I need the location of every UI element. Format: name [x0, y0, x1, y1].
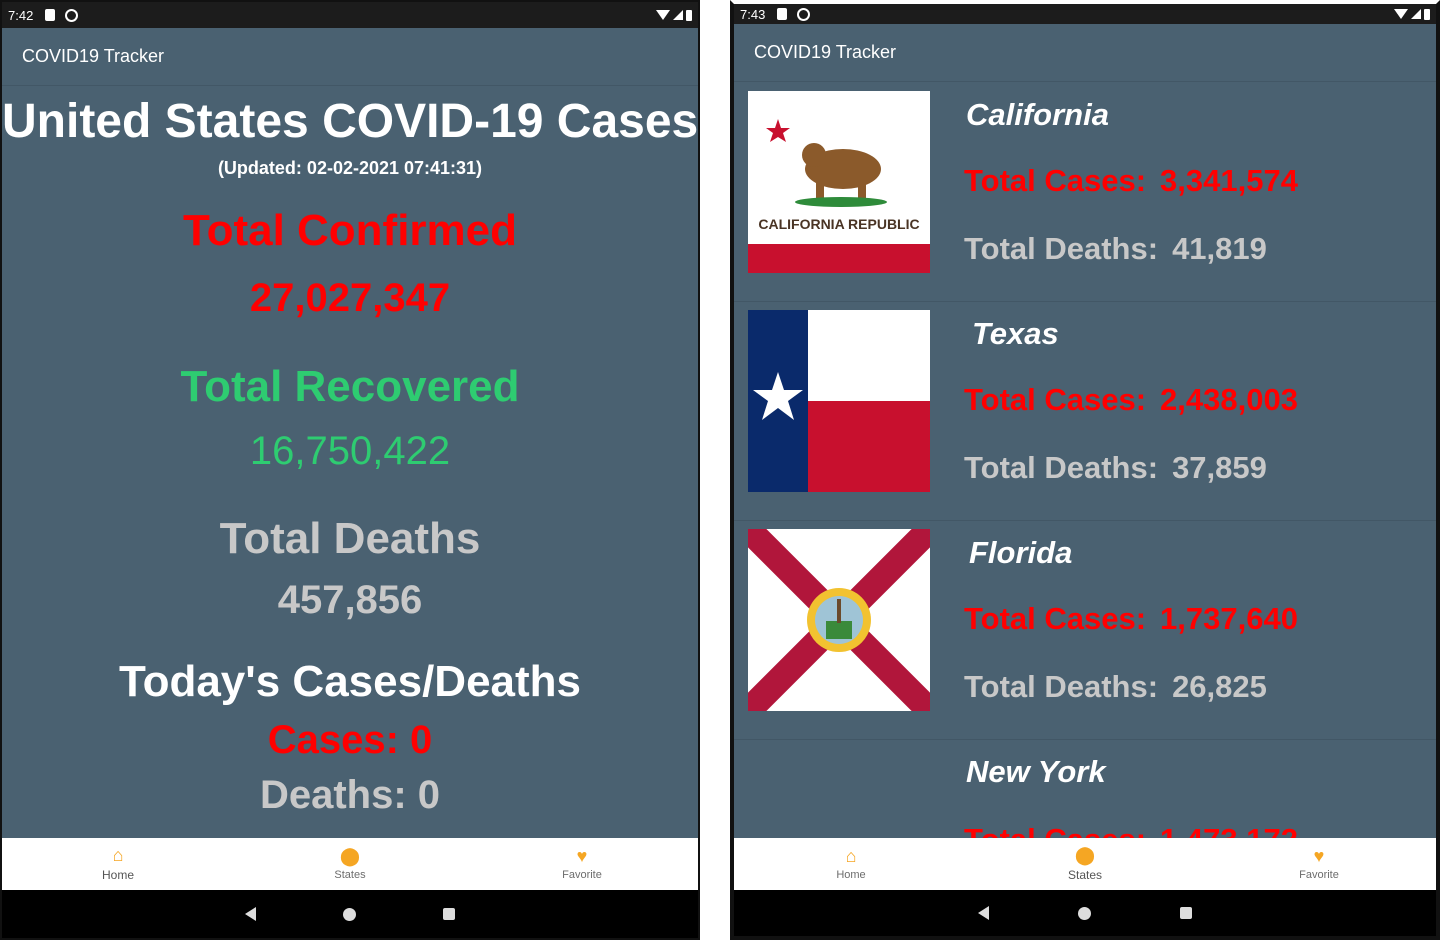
- state-name: California: [966, 97, 1109, 132]
- heart-icon: ♥: [1313, 846, 1325, 866]
- nav-states-label: States: [334, 869, 366, 881]
- total-deaths-label: Total Deaths:: [964, 450, 1159, 485]
- home-icon: ⌂: [112, 845, 124, 865]
- total-confirmed-label: Total Confirmed: [182, 206, 518, 255]
- total-deaths-label: Total Deaths:: [964, 669, 1159, 704]
- total-cases-label: Total Cases:: [964, 163, 1147, 198]
- back-button[interactable]: [978, 906, 990, 920]
- home-button[interactable]: [342, 907, 356, 921]
- battery-icon: [686, 9, 692, 21]
- total-deaths-value: 37,859: [1172, 450, 1267, 485]
- nav-home[interactable]: ⌂ Home: [734, 838, 968, 890]
- state-name: Florida: [969, 535, 1073, 570]
- home-icon: ⌂: [845, 846, 857, 866]
- home-button[interactable]: [1077, 906, 1091, 920]
- total-deaths-label: Total Deaths:: [964, 231, 1159, 266]
- state-total-deaths: Total Deaths: 41,819: [964, 231, 1267, 267]
- location-pin-icon: ⬤: [339, 846, 361, 866]
- california-flag: CALIFORNIA REPUBLIC: [748, 91, 930, 273]
- back-button[interactable]: [245, 907, 257, 921]
- nav-favorite[interactable]: ♥ Favorite: [1202, 838, 1436, 890]
- recents-button[interactable]: [1179, 907, 1192, 919]
- nav-home-label: Home: [101, 868, 134, 882]
- nav-home-label: Home: [836, 869, 866, 881]
- status-bar: 7:43: [734, 4, 1436, 24]
- updated-timestamp: (Updated: 02-02-2021 07:41:31): [217, 158, 483, 178]
- bottom-navigation: ⌂ Home ⬤ States ♥ Favorite: [2, 838, 698, 890]
- nav-states[interactable]: ⬤ States: [234, 838, 466, 890]
- total-cases-value: 2,438,003: [1160, 382, 1298, 417]
- total-deaths-value: 26,825: [1172, 669, 1267, 704]
- system-navigation: [2, 890, 698, 938]
- florida-flag: [748, 529, 930, 711]
- battery-icon: [1424, 8, 1430, 20]
- today-label: Today's Cases/Deaths: [118, 657, 582, 706]
- state-total-cases: Total Cases: 1,737,640: [964, 601, 1298, 637]
- signal-icon: [673, 10, 683, 20]
- wifi-icon: [1394, 9, 1408, 19]
- sync-icon: [65, 8, 79, 22]
- heart-icon: ♥: [576, 846, 588, 866]
- state-total-deaths: Total Deaths: 37,859: [964, 450, 1267, 486]
- nav-favorite[interactable]: ♥ Favorite: [466, 838, 698, 890]
- status-time: 7:43: [740, 6, 766, 22]
- state-total-deaths: Total Deaths: 26,825: [964, 669, 1267, 705]
- total-deaths-value: 41,819: [1172, 231, 1267, 266]
- total-deaths-value: 457,856: [277, 578, 423, 622]
- page-title: United States COVID-19 Cases: [2, 95, 699, 148]
- sd-card-icon: [777, 8, 788, 20]
- signal-icon: [1411, 9, 1421, 19]
- nav-favorite-label: Favorite: [1299, 869, 1339, 881]
- total-recovered-label: Total Recovered: [180, 362, 520, 411]
- state-row-florida[interactable]: Florida Total Cases: 1,737,640 Total Deat…: [734, 521, 1436, 740]
- total-recovered-value: 16,750,422: [249, 429, 451, 473]
- bottom-navigation: ⌂ Home ⬤ States ♥ Favorite: [734, 838, 1436, 890]
- state-row-texas[interactable]: Texas Total Cases: 2,438,003 Total Deaths…: [734, 302, 1436, 521]
- total-cases-value: 1,737,640: [1160, 601, 1298, 636]
- nav-home[interactable]: ⌂ Home: [2, 838, 234, 890]
- sync-icon: [797, 7, 811, 21]
- app-bar-title: COVID19 Tracker: [734, 24, 1436, 82]
- home-screen: 7:42 COVID19 Tracker United States COVID…: [0, 0, 700, 940]
- total-cases-label: Total Cases:: [964, 601, 1147, 636]
- status-bar: 7:42: [2, 2, 698, 28]
- total-cases-value: 3,341,574: [1160, 163, 1298, 198]
- state-total-cases: Total Cases: 2,438,003: [964, 382, 1298, 418]
- status-time: 7:42: [8, 7, 34, 23]
- nav-states[interactable]: ⬤ States: [968, 838, 1202, 890]
- california-flag-text: CALIFORNIA REPUBLIC: [758, 216, 919, 232]
- state-name: Texas: [972, 316, 1059, 351]
- texas-flag: [748, 310, 930, 492]
- wifi-icon: [656, 10, 670, 20]
- state-row-california[interactable]: CALIFORNIA REPUBLIC California Total Cas…: [734, 83, 1436, 302]
- state-name: New York: [966, 754, 1106, 789]
- app-bar-title: COVID19 Tracker: [2, 28, 698, 86]
- sd-card-icon: [45, 9, 56, 21]
- nav-states-label: States: [1067, 868, 1103, 882]
- today-cases: Cases: 0: [267, 718, 433, 762]
- total-cases-label: Total Cases:: [964, 382, 1147, 417]
- recents-button[interactable]: [442, 908, 455, 920]
- states-screen: 7:43 COVID19 Tracker CALIFORNIA REPUBLIC: [730, 0, 1440, 940]
- state-total-cases: Total Cases: 3,341,574: [964, 163, 1298, 199]
- nav-favorite-label: Favorite: [562, 869, 602, 881]
- location-pin-icon: ⬤: [1074, 845, 1096, 865]
- total-deaths-label: Total Deaths: [219, 514, 481, 563]
- system-navigation: [734, 890, 1436, 936]
- total-confirmed-value: 27,027,347: [249, 276, 451, 320]
- today-deaths: Deaths: 0: [259, 773, 441, 817]
